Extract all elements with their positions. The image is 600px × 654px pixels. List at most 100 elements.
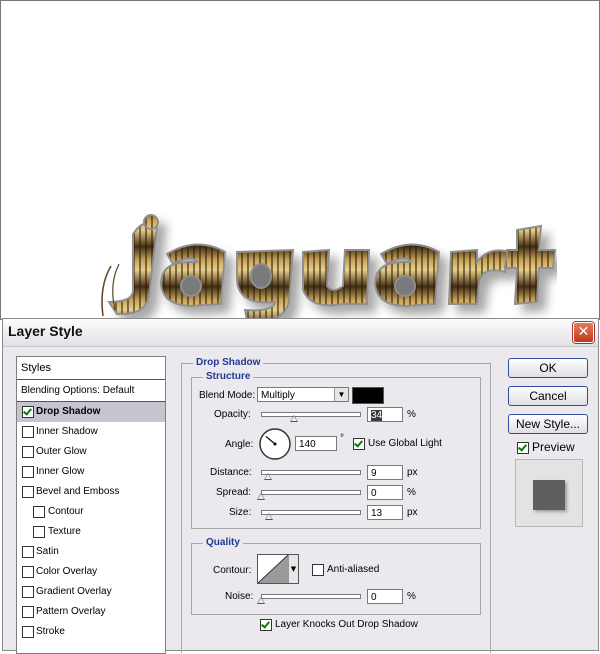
preview-checkbox[interactable] — [517, 442, 529, 454]
chevron-down-icon: ▼ — [334, 388, 348, 401]
size-label: Size: — [229, 507, 252, 518]
spread-slider[interactable] — [261, 490, 361, 495]
style-item-checkbox[interactable] — [22, 406, 34, 418]
style-item-checkbox[interactable] — [22, 606, 34, 618]
style-preview-thumbnail — [515, 459, 583, 527]
blend-mode-select[interactable]: Multiply ▼ — [257, 387, 349, 402]
style-item-checkbox[interactable] — [22, 586, 34, 598]
distance-unit: px — [407, 467, 418, 478]
size-value: 13 — [371, 508, 383, 519]
size-slider-thumb[interactable] — [265, 513, 273, 520]
size-input[interactable]: 13 — [367, 505, 403, 520]
style-item-checkbox[interactable] — [33, 526, 45, 538]
knocks-out-checkbox[interactable] — [260, 619, 272, 631]
new-style-button[interactable]: New Style... — [508, 414, 588, 434]
noise-unit: % — [407, 591, 416, 602]
spread-value: 0 — [371, 488, 377, 499]
size-slider[interactable] — [261, 510, 361, 515]
angle-input[interactable]: 140 — [295, 436, 337, 451]
drop-shadow-title: Drop Shadow — [193, 357, 264, 368]
opacity-slider[interactable] — [261, 412, 361, 417]
style-item-bevel-and-emboss[interactable]: Bevel and Emboss — [17, 482, 165, 502]
shadow-color-swatch[interactable] — [352, 387, 384, 404]
contour-picker[interactable]: ▼ — [257, 554, 299, 584]
style-item-color-overlay[interactable]: Color Overlay — [17, 562, 165, 582]
style-item-checkbox[interactable] — [22, 626, 34, 638]
angle-label: Angle: — [225, 439, 254, 450]
noise-value: 0 — [371, 592, 377, 603]
style-item-label: Stroke — [36, 626, 65, 637]
noise-input[interactable]: 0 — [367, 589, 403, 604]
noise-slider[interactable] — [261, 594, 361, 599]
blend-mode-value: Multiply — [261, 390, 295, 401]
style-item-gradient-overlay[interactable]: Gradient Overlay — [17, 582, 165, 602]
spread-label: Spread: — [216, 487, 252, 498]
style-item-checkbox[interactable] — [22, 426, 34, 438]
style-item-label: Pattern Overlay — [36, 606, 106, 617]
knocks-out-label[interactable]: Layer Knocks Out Drop Shadow — [275, 619, 418, 630]
noise-slider-thumb[interactable] — [257, 597, 265, 604]
opacity-input[interactable]: 34 — [367, 407, 403, 422]
style-item-checkbox[interactable] — [22, 566, 34, 578]
cancel-button[interactable]: Cancel — [508, 386, 588, 406]
structure-title: Structure — [203, 371, 254, 382]
dialog-title: Layer Style — [8, 323, 83, 339]
style-item-outer-glow[interactable]: Outer Glow — [17, 442, 165, 462]
style-item-label: Outer Glow — [36, 446, 87, 457]
contour-label: Contour: — [213, 565, 252, 576]
style-item-stroke[interactable]: Stroke — [17, 622, 165, 642]
styles-header[interactable]: Styles — [17, 357, 165, 380]
layer-style-dialog: Layer Style ✕ Styles Blending Options: D… — [2, 318, 599, 654]
quality-title: Quality — [203, 537, 243, 548]
anti-aliased-label[interactable]: Anti-aliased — [327, 564, 379, 575]
style-item-checkbox[interactable] — [22, 486, 34, 498]
style-item-label: Drop Shadow — [36, 406, 101, 417]
style-item-satin[interactable]: Satin — [17, 542, 165, 562]
use-global-light-label[interactable]: Use Global Light — [368, 438, 442, 449]
angle-dial[interactable] — [258, 427, 292, 461]
anti-aliased-checkbox[interactable] — [312, 564, 324, 576]
quality-group — [191, 543, 481, 615]
style-items: Drop Shadow Inner Shadow Outer Glow Inner G… — [17, 402, 165, 642]
chevron-down-icon: ▼ — [288, 555, 298, 583]
style-item-pattern-overlay[interactable]: Pattern Overlay — [17, 602, 165, 622]
distance-input[interactable]: 9 — [367, 465, 403, 480]
document-canvas — [0, 0, 600, 323]
style-item-checkbox[interactable] — [22, 466, 34, 478]
opacity-slider-thumb[interactable] — [290, 415, 299, 422]
style-item-label: Contour — [48, 506, 84, 517]
distance-slider-thumb[interactable] — [264, 473, 272, 480]
preview-label[interactable]: Preview — [532, 440, 575, 454]
spread-slider-thumb[interactable] — [257, 493, 265, 500]
style-item-label: Satin — [36, 546, 59, 557]
opacity-value: 34 — [371, 410, 383, 421]
style-item-inner-glow[interactable]: Inner Glow — [17, 462, 165, 482]
spread-input[interactable]: 0 — [367, 485, 403, 500]
style-item-label: Color Overlay — [36, 566, 98, 577]
style-item-drop-shadow[interactable]: Drop Shadow — [17, 402, 165, 422]
style-item-label: Bevel and Emboss — [36, 486, 120, 497]
ok-button[interactable]: OK — [508, 358, 588, 378]
style-item-checkbox[interactable] — [33, 506, 45, 518]
style-item-inner-shadow[interactable]: Inner Shadow — [17, 422, 165, 442]
style-item-texture[interactable]: Texture — [17, 522, 165, 542]
style-item-contour[interactable]: Contour — [17, 502, 165, 522]
noise-label: Noise: — [225, 591, 254, 602]
dialog-titlebar: Layer Style ✕ — [3, 319, 598, 347]
close-button[interactable]: ✕ — [573, 322, 594, 343]
styles-list: Styles Blending Options: Default Drop Sh… — [16, 356, 166, 654]
style-item-label: Inner Glow — [36, 466, 85, 477]
distance-slider[interactable] — [261, 470, 361, 475]
close-icon: ✕ — [577, 324, 590, 340]
contour-linear-icon — [258, 555, 288, 583]
spread-unit: % — [407, 487, 416, 498]
opacity-label: Opacity: — [214, 409, 251, 420]
angle-degree: ° — [340, 433, 344, 444]
style-item-label: Texture — [48, 526, 81, 537]
use-global-light-checkbox[interactable] — [353, 438, 365, 450]
preview-swatch — [533, 480, 565, 510]
style-item-checkbox[interactable] — [22, 446, 34, 458]
blending-options-item[interactable]: Blending Options: Default — [17, 381, 165, 402]
style-item-label: Inner Shadow — [36, 426, 98, 437]
style-item-checkbox[interactable] — [22, 546, 34, 558]
